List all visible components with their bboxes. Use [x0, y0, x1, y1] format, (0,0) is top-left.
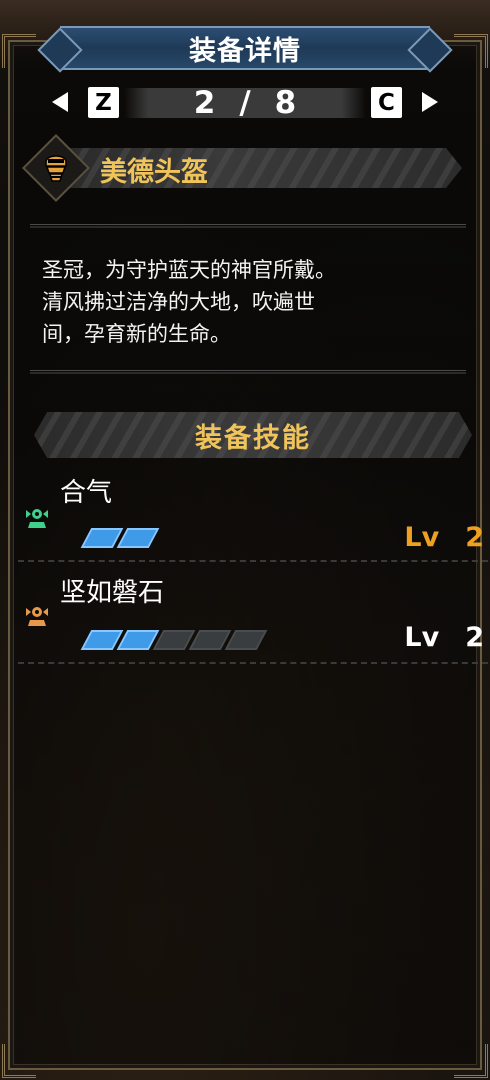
- page-separator: /: [239, 85, 251, 121]
- skill-row[interactable]: 合气 Lv 2: [18, 472, 488, 582]
- skill-name: 坚如磐石: [60, 578, 165, 608]
- description-line: 清风拂过洁净的大地，吹遍世: [42, 290, 315, 314]
- level-value: 2: [465, 622, 484, 653]
- skills-title: 装备技能: [195, 422, 311, 454]
- item-description: 圣冠，为守护蓝天的神官所戴。 清风拂过洁净的大地，吹遍世 间，孕育新的生命。: [42, 254, 442, 350]
- helmet-icon: [45, 155, 67, 182]
- skill-level: Lv 2: [404, 522, 484, 553]
- item-header: 美德头盔: [22, 134, 470, 202]
- page-current: 2: [193, 85, 216, 121]
- skill-level: Lv 2: [404, 622, 484, 653]
- next-arrow-icon[interactable]: [422, 92, 438, 112]
- description-line: 圣冠，为守护蓝天的神官所戴。: [42, 258, 336, 282]
- skill-level-pip-filled: [116, 528, 160, 548]
- item-name: 美德头盔: [100, 157, 208, 188]
- corner-ornament: [2, 1044, 36, 1078]
- description-line: 间，孕育新的生命。: [42, 322, 231, 346]
- next-key-button[interactable]: C: [371, 87, 402, 118]
- level-label: Lv: [404, 522, 440, 553]
- corner-ornament: [2, 34, 36, 68]
- skills-header: 装备技能: [34, 412, 472, 458]
- skill-name: 合气: [60, 478, 113, 508]
- skill-emblem-icon: [26, 607, 48, 626]
- page-total: 8: [274, 85, 297, 121]
- skill-row[interactable]: 坚如磐石 Lv 2: [18, 572, 488, 682]
- divider: [30, 224, 466, 228]
- title-bar: 装备详情: [60, 26, 430, 70]
- skill-level-pip-empty: [224, 630, 268, 650]
- corner-ornament: [454, 1044, 488, 1078]
- level-label: Lv: [404, 622, 440, 653]
- skill-emblem-icon: [26, 509, 48, 528]
- skill-level-bars: [80, 630, 268, 650]
- pager: Z 2/8 C: [52, 82, 438, 124]
- divider: [30, 370, 466, 374]
- level-value: 2: [465, 522, 484, 553]
- corner-ornament: [454, 34, 488, 68]
- skill-separator: [18, 560, 488, 562]
- skill-level-bars: [80, 528, 160, 548]
- panel-title: 装备详情: [189, 35, 301, 67]
- skill-separator: [18, 662, 488, 664]
